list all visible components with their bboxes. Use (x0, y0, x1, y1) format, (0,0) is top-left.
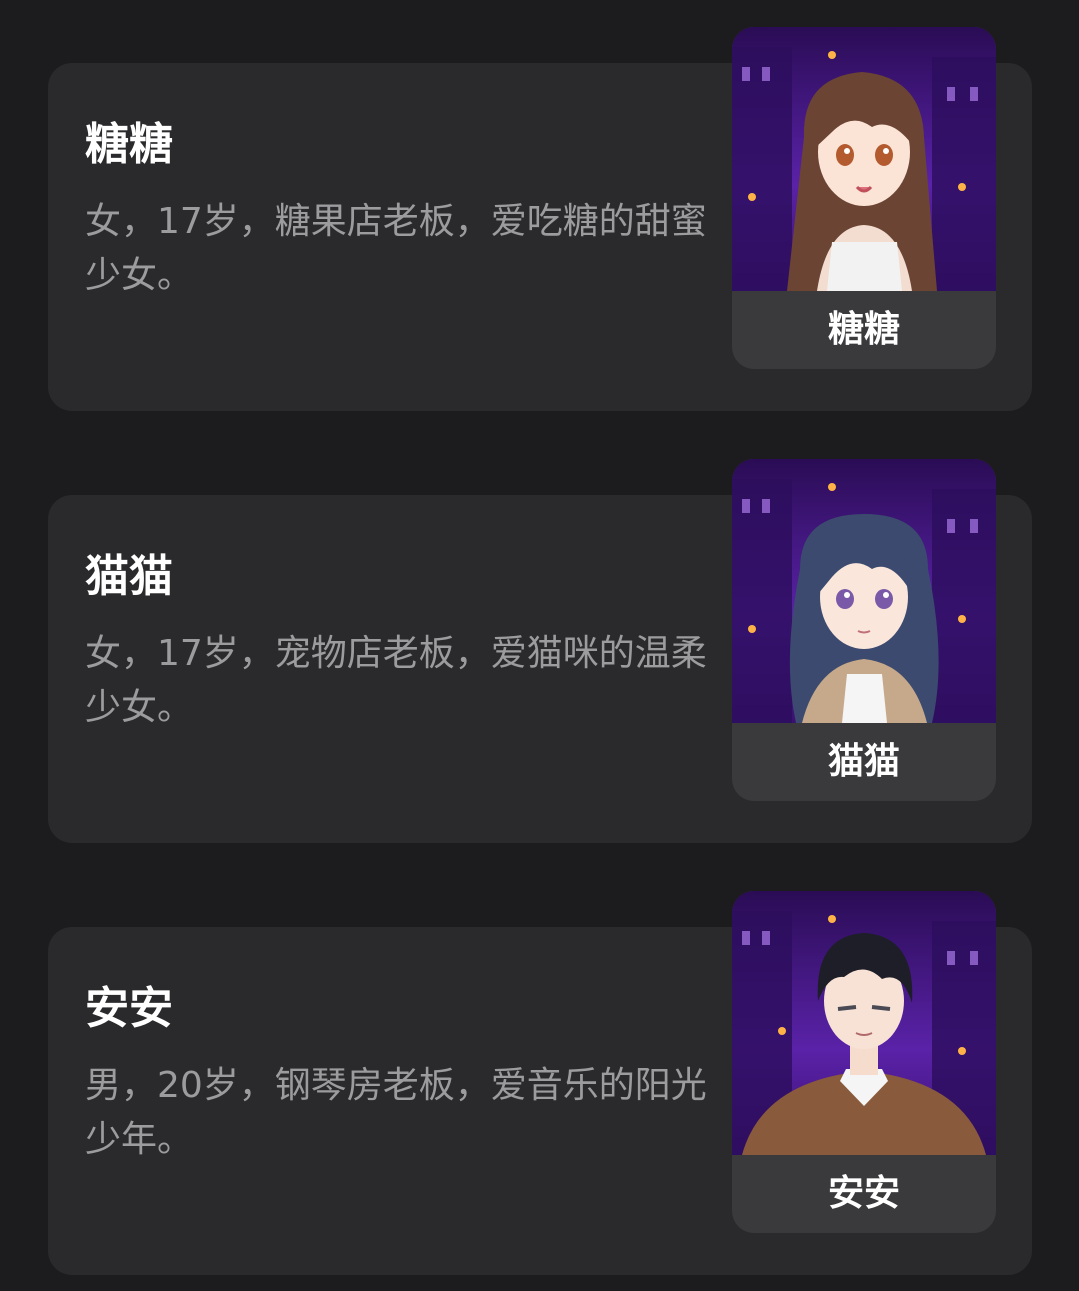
portrait-image (732, 459, 996, 723)
character-portrait-tangtang[interactable]: 糖糖 (732, 27, 996, 369)
portrait-label: 糖糖 (827, 309, 900, 350)
portrait-label: 安安 (827, 1173, 900, 1214)
character-portrait-anan[interactable]: 安安 (732, 891, 996, 1233)
character-description: 男，20岁，钢琴房老板，爱音乐的阳光少年。 (85, 1065, 707, 1160)
character-list: 糖糖 女，17岁，糖果店老板，爱吃糖的甜蜜少女。 糖糖 猫猫 女，17岁，宠物店… (0, 0, 1079, 1291)
character-description: 女，17岁，糖果店老板，爱吃糖的甜蜜少女。 (85, 201, 707, 296)
character-portrait-maomao[interactable]: 猫猫 (732, 459, 996, 801)
portrait-image (732, 891, 996, 1155)
character-name: 糖糖 (85, 119, 173, 170)
character-description: 女，17岁，宠物店老板，爱猫咪的温柔少女。 (85, 633, 707, 728)
portrait-image (732, 27, 996, 291)
portrait-label: 猫猫 (827, 741, 900, 782)
character-name: 猫猫 (85, 551, 173, 602)
character-name: 安安 (85, 983, 173, 1034)
